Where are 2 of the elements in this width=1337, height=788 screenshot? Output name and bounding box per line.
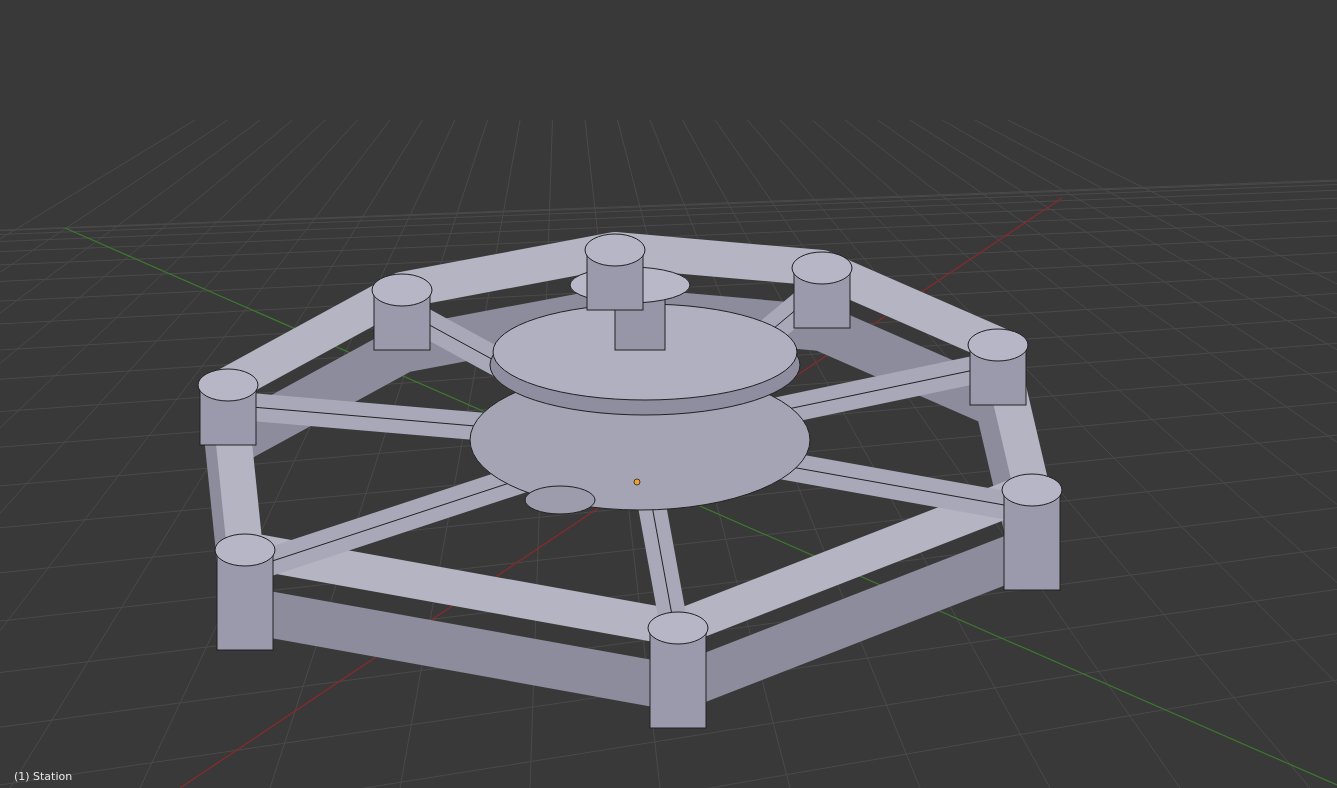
origin-point-icon	[633, 478, 641, 486]
active-object-label: (1) Station	[14, 768, 73, 785]
